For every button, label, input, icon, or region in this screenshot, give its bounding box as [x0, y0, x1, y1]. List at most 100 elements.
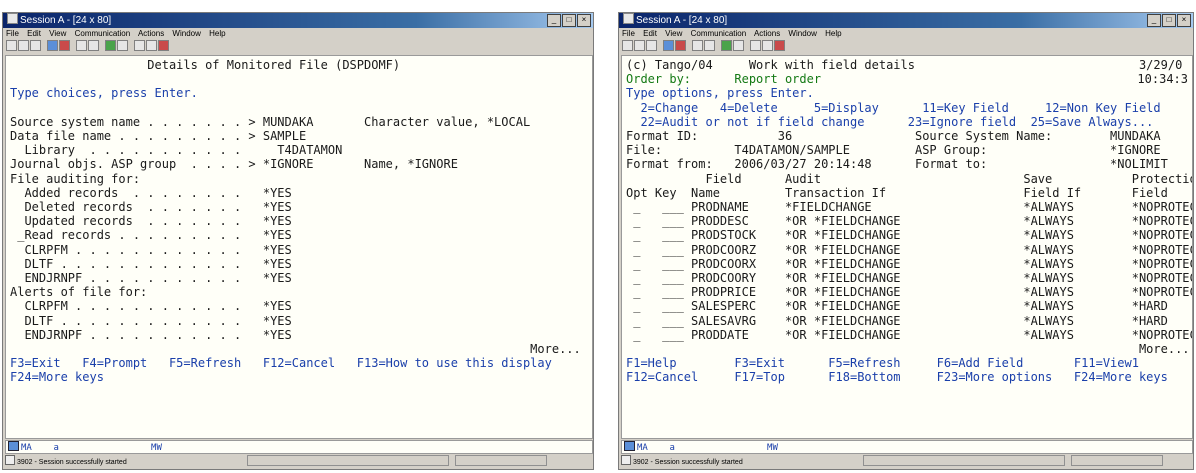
screen-line: Details of Monitored File (DSPDOMF) [10, 58, 401, 72]
connection-icon [8, 441, 19, 451]
window-title: Session A - [24 x 80] [636, 15, 728, 26]
macro-record-icon[interactable] [721, 40, 732, 51]
screen-line: F1=Help F3=Exit F5=Refresh F6=Add Field … [626, 356, 1139, 371]
screen-line: Journal objs. ASP group . . . . > *IGNOR… [10, 157, 458, 172]
screen-line: Field Audit Save Protectio [626, 171, 1193, 186]
status-message: 3902 - Session successfully started [17, 459, 127, 466]
macro-play-icon[interactable] [117, 40, 128, 51]
screen-line: _Read records . . . . . . . . . *YES [10, 228, 292, 243]
menu-view[interactable]: View [49, 29, 66, 38]
screen-line: 22=Audit or not if field change 23=Ignor… [626, 114, 1154, 129]
menu-help[interactable]: Help [825, 29, 841, 38]
menu-actions[interactable]: Actions [138, 29, 164, 38]
paste-icon[interactable] [30, 40, 41, 51]
title-bar[interactable]: Session A - [24 x 80] _ □ × [619, 13, 1193, 28]
status-icon [5, 455, 15, 465]
macro-record-icon[interactable] [105, 40, 116, 51]
menu-edit[interactable]: Edit [27, 29, 41, 38]
copy-icon[interactable] [634, 40, 645, 51]
paste-icon[interactable] [646, 40, 657, 51]
copy-icon[interactable] [18, 40, 29, 51]
minimize-button[interactable]: _ [1147, 14, 1161, 27]
terminal-screen[interactable]: 10:34:3 (c) Tango/04 Work with field det… [621, 55, 1193, 439]
screen-line: Added records . . . . . . . . *YES [10, 185, 292, 200]
connection-icon [624, 441, 635, 451]
receive-icon[interactable] [675, 40, 686, 51]
menu-window[interactable]: Window [788, 29, 816, 38]
screen-line: _ ___ PRODNAME *FIELDCHANGE *ALWAYS *NOP… [626, 200, 1193, 214]
stop-icon[interactable] [774, 40, 785, 51]
menu-help[interactable]: Help [209, 29, 225, 38]
screen-line: DLTF . . . . . . . . . . . . . *YES [10, 256, 292, 271]
screen-line: More... [626, 342, 1190, 356]
screen-line: Alerts of file for: [10, 285, 148, 300]
send-icon[interactable] [47, 40, 58, 51]
session-icon [623, 13, 634, 24]
help-icon[interactable] [146, 40, 157, 51]
help-icon[interactable] [762, 40, 773, 51]
screen-line: F24=More keys [10, 370, 104, 385]
settings-icon[interactable] [134, 40, 145, 51]
screen-line: _ ___ PRODCOORX *OR *FIELDCHANGE *ALWAYS… [626, 256, 1193, 271]
stop-icon[interactable] [158, 40, 169, 51]
screen-line: ENDJRNPF . . . . . . . . . . . *YES [10, 327, 292, 342]
screen-line: _ ___ PRODDATE *OR *FIELDCHANGE *ALWAYS … [626, 327, 1193, 342]
minimize-button[interactable]: _ [547, 14, 561, 27]
send-icon[interactable] [663, 40, 674, 51]
print-icon[interactable] [6, 40, 17, 51]
close-button[interactable]: × [1177, 14, 1191, 27]
screen-line: 2=Change 4=Delete 5=Display 11=Key Field… [626, 100, 1161, 115]
screen-line: CLRPFM . . . . . . . . . . . . *YES [10, 299, 292, 314]
screen-line: File auditing for: [10, 171, 141, 186]
screen-line: _ ___ PRODCOORZ *OR *FIELDCHANGE *ALWAYS… [626, 242, 1193, 257]
menu-communication[interactable]: Communication [691, 29, 747, 38]
keyboard-icon[interactable] [704, 40, 715, 51]
menu-bar: File Edit View Communication Actions Win… [3, 28, 593, 39]
screen-line: Library . . . . . . . . . . . T4DATAMON [10, 143, 343, 158]
screen-line: Source system name . . . . . . . > MUNDA… [10, 114, 531, 129]
maximize-button[interactable]: □ [1162, 14, 1176, 27]
session-window-right: Session A - [24 x 80] _ □ × File Edit View… [618, 12, 1194, 470]
menu-file[interactable]: File [622, 29, 635, 38]
operator-info-area: MA a MW [621, 440, 1193, 454]
print-icon[interactable] [622, 40, 633, 51]
screen-line: _ ___ PRODSTOCK *OR *FIELDCHANGE *ALWAYS… [626, 228, 1193, 243]
screen-line: Type options, press Enter. [626, 86, 814, 101]
terminal-screen[interactable]: Details of Monitored File (DSPDOMF) Type … [5, 55, 593, 439]
display-icon[interactable] [692, 40, 703, 51]
menu-actions[interactable]: Actions [754, 29, 780, 38]
screen-line: F3=Exit F4=Prompt F5=Refresh F12=Cancel … [10, 356, 552, 371]
screen-line: F12=Cancel F17=Top F18=Bottom F23=More o… [626, 370, 1168, 385]
menu-communication[interactable]: Communication [75, 29, 131, 38]
screen-line: _ ___ PRODDESC *OR *FIELDCHANGE *ALWAYS … [626, 214, 1193, 229]
screen-line: _ ___ SALESAVRG *OR *FIELDCHANGE *ALWAYS… [626, 313, 1168, 328]
screen-line: File: T4DATAMON/SAMPLE ASP Group: *IGNOR… [626, 143, 1161, 158]
session-window-left: Session A - [24 x 80] _ □ × File Edit View… [2, 12, 594, 470]
screen-line: Data file name . . . . . . . . . > SAMPL… [10, 129, 307, 143]
keyboard-icon[interactable] [88, 40, 99, 51]
oia-text: MA a MW [21, 443, 162, 453]
status-message: 3902 - Session successfully started [633, 459, 743, 466]
menu-view[interactable]: View [665, 29, 682, 38]
screen-line: _ ___ SALESPERC *OR *FIELDCHANGE *ALWAYS… [626, 299, 1168, 314]
toolbar [3, 39, 593, 54]
oia-text: MA a MW [637, 443, 778, 453]
screen-line: CLRPFM . . . . . . . . . . . . *YES [10, 242, 292, 257]
time-display: 10:34:3 [1137, 72, 1188, 86]
settings-icon[interactable] [750, 40, 761, 51]
menu-file[interactable]: File [6, 29, 19, 38]
menu-edit[interactable]: Edit [643, 29, 657, 38]
title-bar[interactable]: Session A - [24 x 80] _ □ × [3, 13, 593, 28]
receive-icon[interactable] [59, 40, 70, 51]
macro-play-icon[interactable] [733, 40, 744, 51]
screen-line: Deleted records . . . . . . . *YES [10, 200, 292, 214]
screen-line: Type choices, press Enter. [10, 86, 198, 101]
menu-window[interactable]: Window [172, 29, 200, 38]
screen-line: (c) Tango/04 Work with field details 3/2… [626, 58, 1183, 72]
operator-info-area: MA a MW [5, 440, 593, 454]
close-button[interactable]: × [577, 14, 591, 27]
maximize-button[interactable]: □ [562, 14, 576, 27]
screen-line: DLTF . . . . . . . . . . . . . *YES [10, 313, 292, 328]
display-icon[interactable] [76, 40, 87, 51]
status-bar: 3902 - Session successfully started [621, 455, 1163, 466]
